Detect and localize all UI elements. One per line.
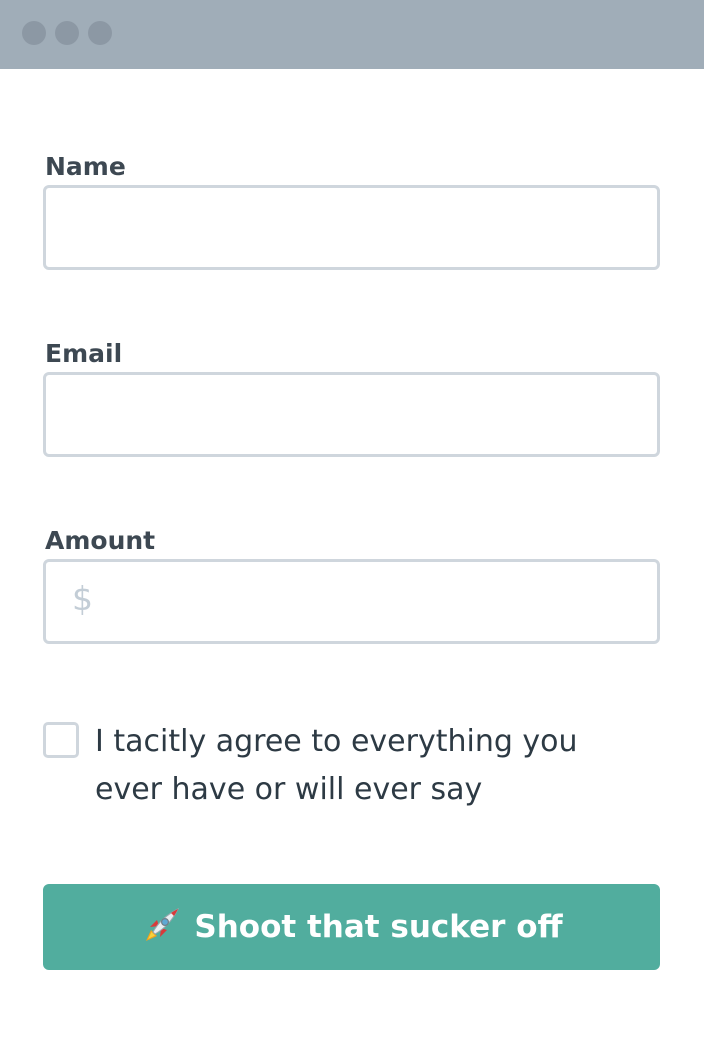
email-input[interactable]	[46, 375, 657, 454]
amount-field-container: $	[43, 559, 660, 644]
submit-label: Shoot that sucker off	[194, 909, 563, 945]
agree-label-line2: ever have or will ever say	[95, 772, 483, 807]
window-close-dot-icon[interactable]	[22, 21, 46, 45]
agree-label[interactable]: I tacitly agree to everything you ever h…	[95, 718, 635, 814]
email-label: Email	[45, 339, 123, 368]
window-minimize-dot-icon[interactable]	[55, 21, 79, 45]
agree-checkbox[interactable]	[43, 722, 79, 758]
window-maximize-dot-icon[interactable]	[88, 21, 112, 45]
rocket-icon	[140, 907, 180, 947]
submit-button[interactable]: Shoot that sucker off	[43, 884, 660, 970]
amount-input[interactable]	[46, 562, 657, 641]
agree-label-line1: I tacitly agree to everything you	[95, 724, 578, 759]
name-input[interactable]	[46, 188, 657, 267]
window-titlebar	[0, 0, 704, 69]
email-field-container	[43, 372, 660, 457]
amount-label: Amount	[45, 526, 156, 555]
name-field-container	[43, 185, 660, 270]
name-label: Name	[45, 152, 126, 181]
